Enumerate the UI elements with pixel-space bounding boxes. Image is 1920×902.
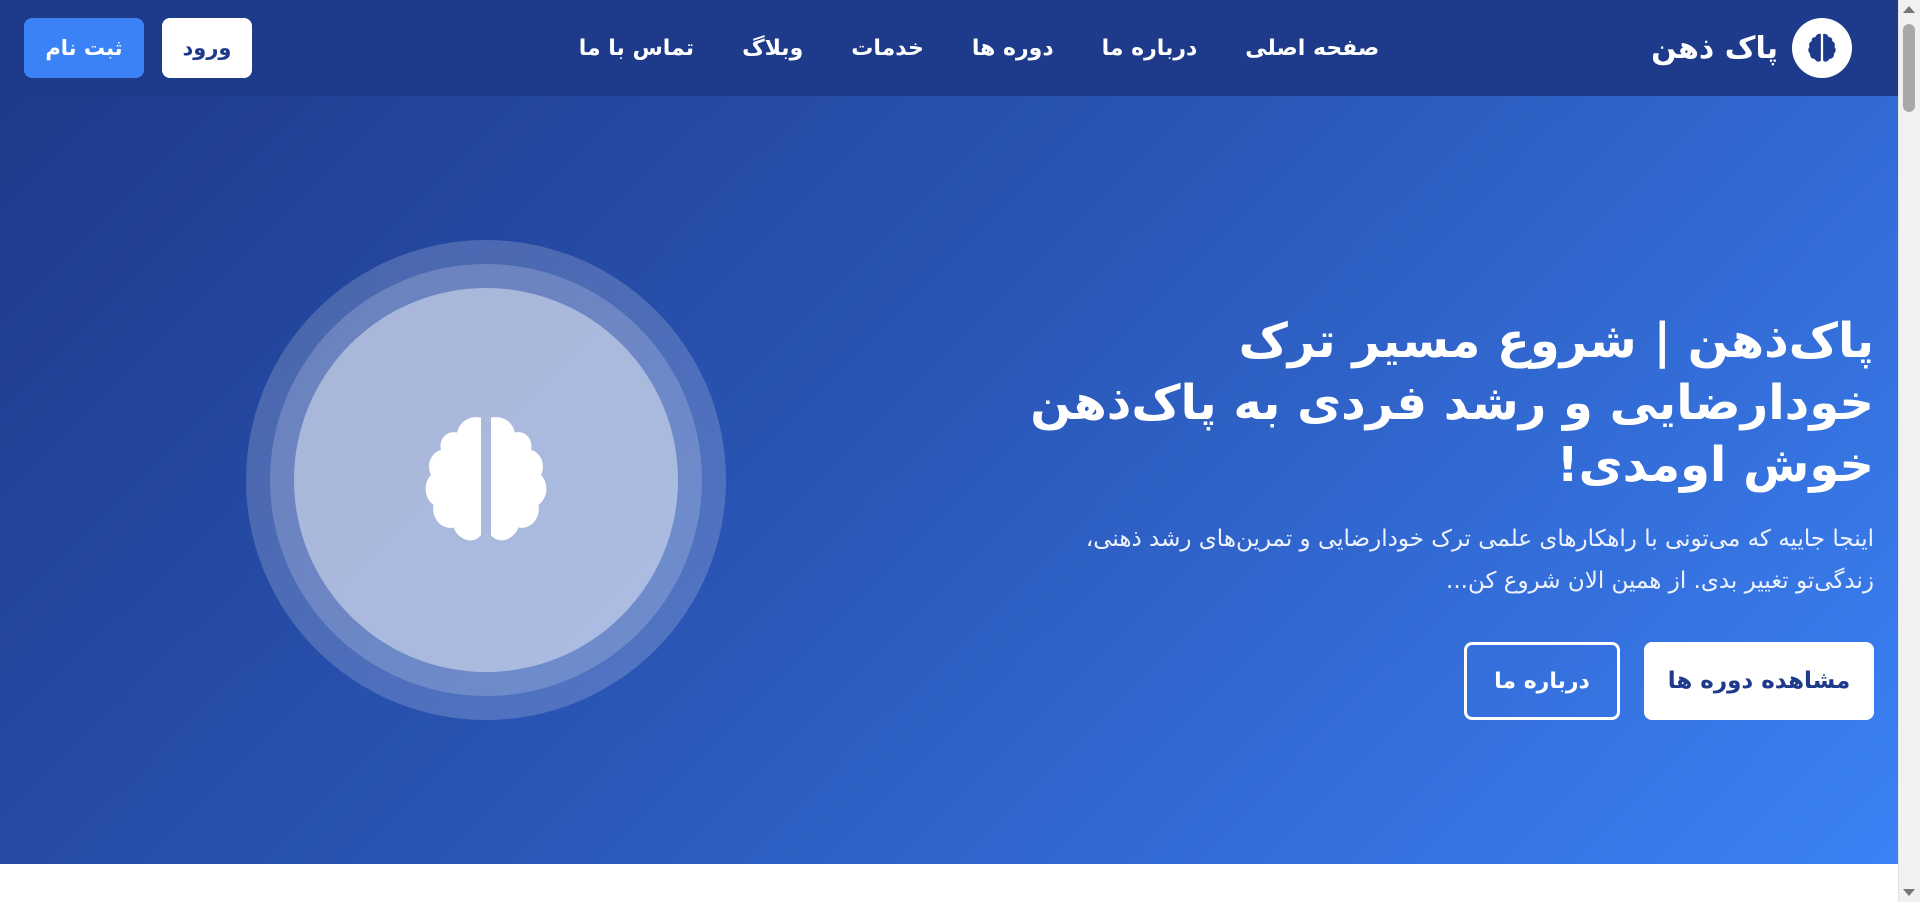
hero-description: اینجا جاییه که می‌تونی با راهکارهای علمی… bbox=[1085, 526, 1874, 594]
page: ثبت نام ورود صفحه اصلی درباره ما دوره ها… bbox=[0, 0, 1920, 902]
hero-title: پاک‌ذهن | شروع مسیر ترک خودارضایی و رشد … bbox=[1030, 313, 1874, 493]
site-header: ثبت نام ورود صفحه اصلی درباره ما دوره ها… bbox=[0, 0, 1898, 96]
scrollbar-thumb[interactable] bbox=[1903, 24, 1915, 112]
about-us-button[interactable]: درباره ما bbox=[1464, 642, 1620, 720]
scroll-up-arrow-icon[interactable] bbox=[1903, 6, 1915, 13]
nav-item-courses[interactable]: دوره ها bbox=[972, 36, 1054, 61]
hero-section: پاک‌ذهن | شروع مسیر ترک خودارضایی و رشد … bbox=[0, 96, 1898, 864]
nav-item-about[interactable]: درباره ما bbox=[1102, 36, 1198, 61]
page-scrollbar[interactable] bbox=[1898, 0, 1920, 902]
brand-logo bbox=[1792, 18, 1852, 78]
nav-item-home[interactable]: صفحه اصلی bbox=[1245, 36, 1379, 61]
hero-illustration bbox=[246, 240, 726, 720]
register-button[interactable]: ثبت نام bbox=[24, 18, 144, 78]
nav-item-blog[interactable]: وبلاگ bbox=[742, 36, 803, 61]
brand-name: پاک ذهن bbox=[1651, 30, 1778, 66]
nav-item-services[interactable]: خدمات bbox=[851, 36, 924, 61]
brand[interactable]: پاک ذهن bbox=[1651, 18, 1852, 78]
brain-icon bbox=[1808, 33, 1836, 62]
main-nav: صفحه اصلی درباره ما دوره ها خدمات وبلاگ … bbox=[579, 0, 1380, 96]
nav-item-contact[interactable]: تماس با ما bbox=[579, 36, 694, 61]
view-courses-button[interactable]: مشاهده دوره ها bbox=[1644, 642, 1874, 720]
hero-actions: مشاهده دوره ها درباره ما bbox=[974, 642, 1874, 720]
inner-circle bbox=[294, 288, 678, 672]
brain-icon bbox=[425, 417, 547, 541]
auth-buttons: ثبت نام ورود bbox=[24, 18, 252, 78]
login-button[interactable]: ورود bbox=[162, 18, 252, 78]
scroll-down-arrow-icon[interactable] bbox=[1903, 889, 1915, 896]
hero-content: پاک‌ذهن | شروع مسیر ترک خودارضایی و رشد … bbox=[974, 310, 1874, 720]
next-section-edge bbox=[0, 864, 1898, 902]
